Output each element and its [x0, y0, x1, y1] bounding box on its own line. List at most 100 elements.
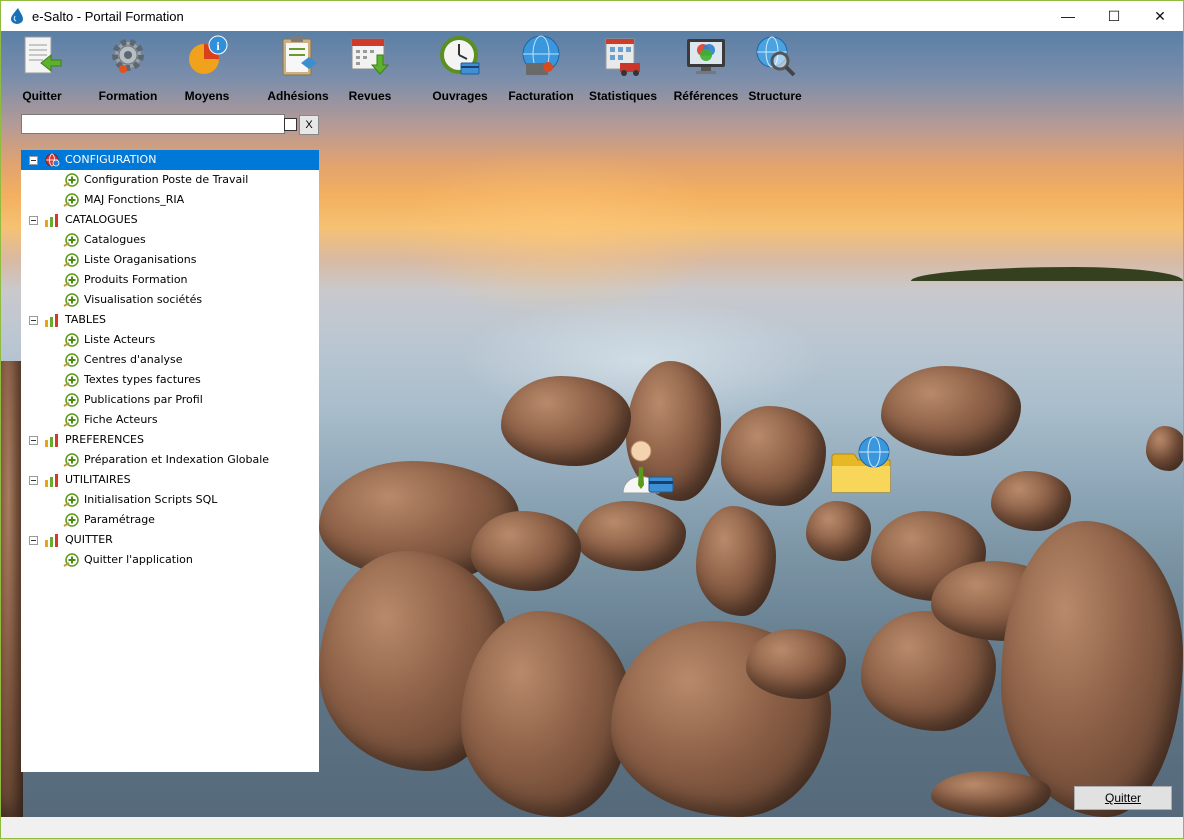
navigation-tree: CONFIGURATION Configuration Poste de Tra…: [21, 150, 319, 772]
calendar-download-icon: [347, 33, 393, 79]
rock: [461, 611, 631, 817]
tree-item[interactable]: Centres d'analyse: [21, 350, 319, 370]
bar-chart-icon: [45, 434, 58, 447]
tree-item[interactable]: Paramétrage: [21, 510, 319, 530]
tree-category-quitter[interactable]: QUITTER: [21, 530, 319, 550]
collapse-toggle-icon[interactable]: [29, 476, 38, 485]
toolbar-label: Structure: [748, 89, 802, 103]
plus-leaf-icon: [63, 253, 79, 267]
toolbar-adhesions-button[interactable]: Adhésions: [265, 31, 331, 103]
quit-button[interactable]: Quitter: [1074, 786, 1172, 810]
tree-category-label: PREFERENCES: [65, 433, 144, 446]
toolbar-quitter-button[interactable]: Quitter: [17, 31, 67, 103]
tree-item-label: Paramétrage: [84, 513, 155, 526]
toolbar-statistiques-button[interactable]: Statistiques: [589, 31, 657, 103]
plus-leaf-icon: [63, 493, 79, 507]
rock: [1146, 426, 1183, 471]
minimize-button[interactable]: —: [1045, 1, 1091, 31]
collapse-toggle-icon[interactable]: [29, 156, 38, 165]
bar-chart-icon: [45, 534, 58, 547]
rock: [931, 771, 1051, 817]
toolbar-label: Facturation: [508, 89, 574, 103]
rock: [991, 471, 1071, 531]
rock: [746, 629, 846, 699]
plus-leaf-icon: [63, 333, 79, 347]
close-button[interactable]: ✕: [1137, 1, 1183, 31]
tree-item-label: Quitter l'application: [84, 553, 193, 566]
plus-leaf-icon: [63, 233, 79, 247]
toolbar-label: Formation: [98, 89, 158, 103]
status-bar: [1, 817, 1183, 838]
tree-item[interactable]: Textes types factures: [21, 370, 319, 390]
toolbar-label: Moyens: [184, 89, 230, 103]
maximize-button[interactable]: ☐: [1091, 1, 1137, 31]
toolbar-references-button[interactable]: Références: [673, 31, 739, 103]
folder-globe-icon: [831, 436, 891, 493]
tree-item[interactable]: Préparation et Indexation Globale: [21, 450, 319, 470]
rock: [806, 501, 871, 561]
toolbar-label: Statistiques: [589, 89, 658, 103]
tree-category-preferences[interactable]: PREFERENCES: [21, 430, 319, 450]
tree-item-label: MAJ Fonctions_RIA: [84, 193, 185, 206]
tree-category-utilitaires[interactable]: UTILITAIRES: [21, 470, 319, 490]
plus-leaf-icon: [63, 193, 79, 207]
tree-category-label: TABLES: [65, 313, 106, 326]
clear-search-button[interactable]: X: [299, 115, 319, 135]
tree-category-configuration[interactable]: CONFIGURATION: [21, 150, 319, 170]
document-exit-icon: [19, 33, 65, 79]
tree-item[interactable]: Visualisation sociétés: [21, 290, 319, 310]
collapse-toggle-icon[interactable]: [29, 216, 38, 225]
tree-category-label: CATALOGUES: [65, 213, 138, 226]
toolbar-structure-button[interactable]: Structure: [747, 31, 803, 103]
toolbar-label: Ouvrages: [432, 89, 488, 103]
toolbar-formation-button[interactable]: Formation: [97, 31, 159, 103]
clock-card-icon: [437, 33, 483, 79]
tree-item[interactable]: Produits Formation: [21, 270, 319, 290]
plus-leaf-icon: [63, 393, 79, 407]
app-window: e-Salto - Portail Formation — ☐ ✕ Quitte…: [0, 0, 1184, 839]
tree-item[interactable]: Quitter l'application: [21, 550, 319, 570]
toolbar-label: Adhésions: [267, 89, 329, 103]
tree-item[interactable]: Liste Acteurs: [21, 330, 319, 350]
collapse-toggle-icon[interactable]: [29, 436, 38, 445]
far-hill: [911, 267, 1183, 281]
collapse-toggle-icon[interactable]: [29, 536, 38, 545]
tree-item[interactable]: MAJ Fonctions_RIA: [21, 190, 319, 210]
tree-item[interactable]: Fiche Acteurs: [21, 410, 319, 430]
toolbar-ouvrages-button[interactable]: Ouvrages: [431, 31, 489, 103]
tree-item-label: Textes types factures: [84, 373, 201, 386]
desktop-shortcut-acteurs[interactable]: [613, 435, 677, 499]
plus-leaf-icon: [63, 553, 79, 567]
rock: [576, 501, 686, 571]
monitor-color-icon: [683, 33, 729, 79]
plus-leaf-icon: [63, 373, 79, 387]
search-option-checkbox[interactable]: [284, 118, 297, 131]
tree-item-label: Publications par Profil: [84, 393, 203, 406]
tree-item[interactable]: Publications par Profil: [21, 390, 319, 410]
bar-chart-icon: [45, 214, 58, 227]
tree-item-label: Produits Formation: [84, 273, 188, 286]
gear-icon: [105, 33, 151, 79]
toolbar-label: Quitter: [22, 89, 62, 103]
desktop-shortcut-structure[interactable]: [827, 431, 895, 499]
tree-item[interactable]: Initialisation Scripts SQL: [21, 490, 319, 510]
tree-category-catalogues[interactable]: CATALOGUES: [21, 210, 319, 230]
collapse-toggle-icon[interactable]: [29, 316, 38, 325]
bar-chart-icon: [45, 474, 58, 487]
tree-item[interactable]: Configuration Poste de Travail: [21, 170, 319, 190]
rock: [471, 511, 581, 591]
plus-leaf-icon: [63, 453, 79, 467]
plus-leaf-icon: [63, 513, 79, 527]
tree-item[interactable]: Catalogues: [21, 230, 319, 250]
tree-category-tables[interactable]: TABLES: [21, 310, 319, 330]
rock: [696, 506, 776, 616]
tree-item-label: Liste Acteurs: [84, 333, 156, 346]
main-toolbar: Quitter Formation i Moyens Adhésions Rev…: [1, 31, 821, 103]
search-input[interactable]: [21, 114, 285, 134]
toolbar-moyens-button[interactable]: i Moyens: [181, 31, 233, 103]
tree-item[interactable]: Liste Oraganisations: [21, 250, 319, 270]
toolbar-label: Références: [673, 89, 739, 103]
toolbar-facturation-button[interactable]: Facturation: [508, 31, 574, 103]
toolbar-revues-button[interactable]: Revues: [346, 31, 394, 103]
title-bar[interactable]: e-Salto - Portail Formation — ☐ ✕: [1, 1, 1183, 31]
